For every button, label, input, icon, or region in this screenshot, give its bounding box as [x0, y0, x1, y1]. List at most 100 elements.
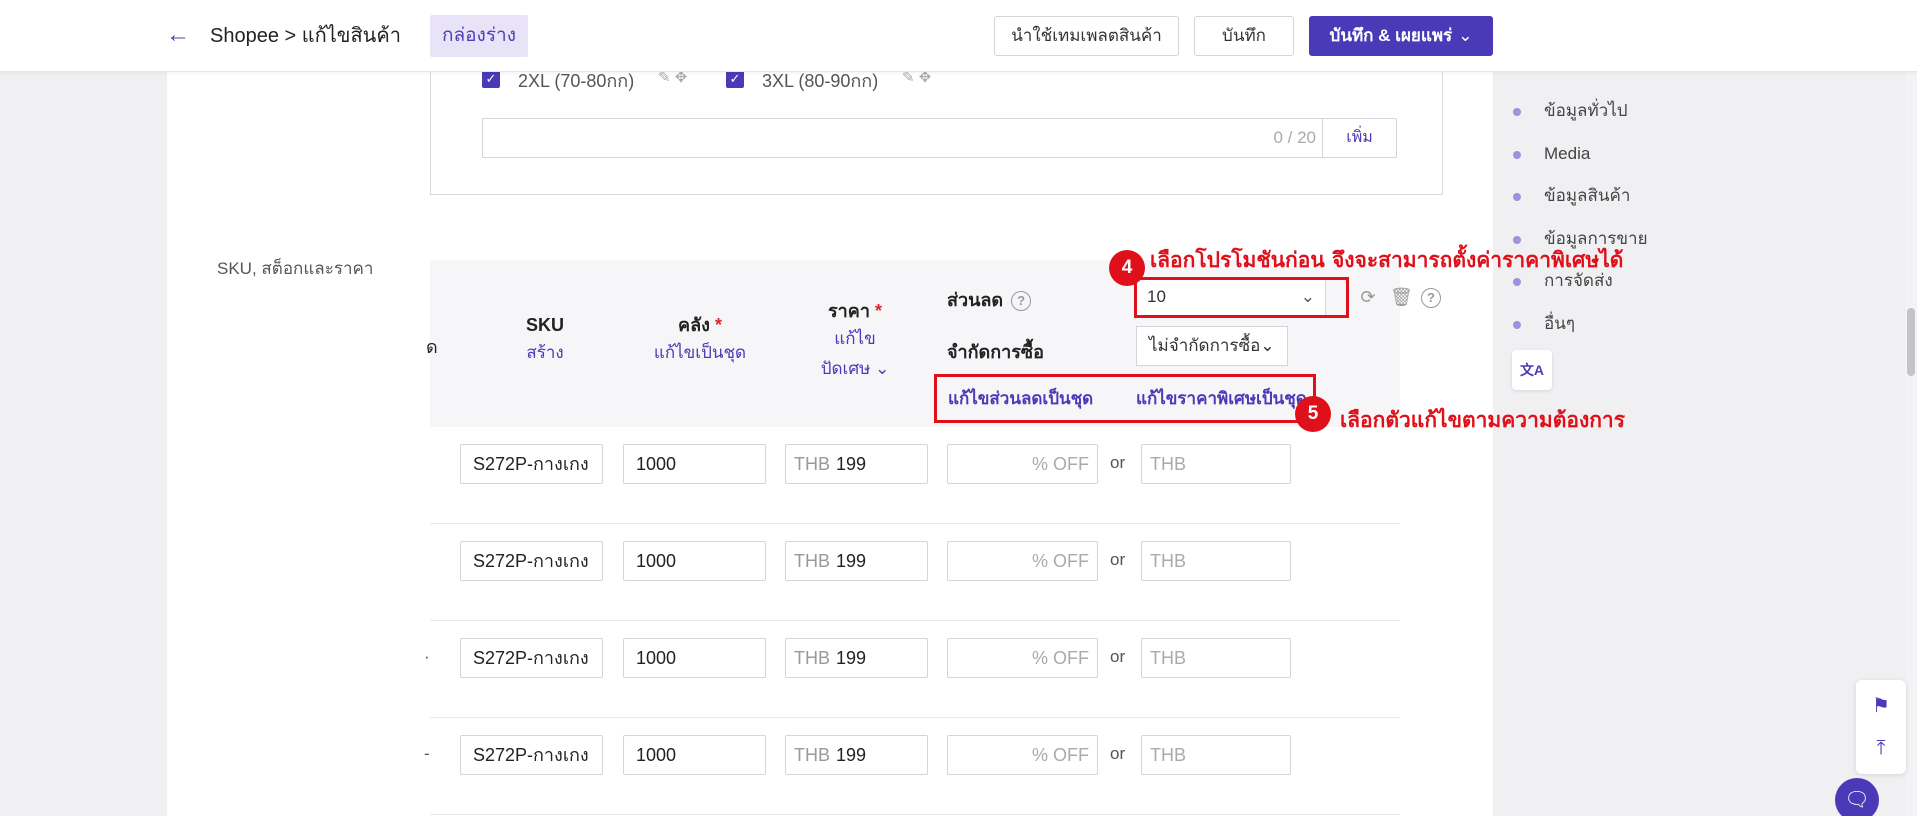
special-price-input[interactable]: THB	[1141, 541, 1291, 581]
price-input[interactable]: THB 199	[785, 541, 928, 581]
refresh-icon[interactable]: ⟳	[1357, 286, 1379, 308]
special-price-input[interactable]: THB	[1141, 444, 1291, 484]
breadcrumb: Shopee > แก้ไขสินค้า	[210, 25, 401, 47]
purchase-limit-select[interactable]: ไม่จำกัดการซื้อ⌄	[1136, 326, 1288, 366]
nav-label: อื่นๆ	[1544, 313, 1575, 333]
rounding-label: ปัดเศษ	[820, 359, 871, 378]
nav-dot	[1513, 193, 1521, 201]
stock-column-title: คลัง *	[625, 312, 775, 338]
discount-label: ส่วนลด?	[947, 285, 1032, 314]
stock-bulk-edit-link[interactable]: แก้ไขเป็นชุด	[625, 338, 775, 368]
nav-item-media[interactable]: Media	[1508, 143, 1708, 186]
nav-item-shipping[interactable]: การจัดส่ง	[1508, 270, 1708, 313]
currency-prefix: THB	[794, 648, 830, 668]
sku-input[interactable]: S272P-กางเกง	[460, 444, 603, 484]
char-counter: 0 / 20	[1273, 128, 1316, 147]
annotation-number-4: 4	[1109, 250, 1145, 286]
special-price-input[interactable]: THB	[1141, 638, 1291, 678]
chevron-down-icon: ⌄	[1260, 336, 1275, 355]
nav-label: Media	[1544, 143, 1591, 163]
price-value: 199	[836, 648, 867, 668]
row-edge-text: -	[424, 744, 430, 763]
trash-icon[interactable]: 🗑	[1390, 286, 1413, 308]
discount-percent-input[interactable]: % OFF	[947, 541, 1098, 581]
nav-item-others[interactable]: อื่นๆ	[1508, 313, 1708, 356]
discount-percent-input[interactable]: % OFF	[947, 444, 1098, 484]
chat-icon[interactable]: 🗨	[1835, 778, 1879, 816]
back-arrow-icon[interactable]: ←	[166, 22, 192, 48]
nav-dot	[1513, 150, 1521, 159]
new-option-input[interactable]: 0 / 20 เพิ่ม	[482, 118, 1397, 158]
save-publish-button[interactable]: บันทึก & เผยแพร่ ⌄	[1309, 16, 1493, 56]
back-to-top-icon[interactable]: ⤒	[1856, 730, 1906, 766]
price-input[interactable]: THB 199	[785, 638, 928, 678]
nav-label: ข้อมูลทั่วไป	[1544, 101, 1628, 120]
stock-input[interactable]: 1000	[623, 541, 766, 581]
annotation-box-4	[1134, 277, 1349, 318]
currency-prefix: THB	[794, 551, 830, 571]
price-column-title: ราคา *	[790, 298, 920, 324]
checkbox-checked-icon[interactable]: ✓	[482, 70, 500, 88]
sku-input[interactable]: S272P-กางเกง	[460, 638, 603, 678]
discount-percent-input[interactable]: % OFF	[947, 735, 1098, 775]
price-rounding-dropdown[interactable]: ปัดเศษ ⌄	[790, 354, 920, 384]
help-icon[interactable]: ?	[1420, 286, 1442, 309]
stock-input[interactable]: 1000	[623, 735, 766, 775]
price-title-text: ราคา	[828, 301, 870, 321]
stock-title-text: คลัง	[678, 315, 710, 335]
nav-dot	[1513, 108, 1521, 116]
or-text: or	[1110, 744, 1126, 763]
required-mark: *	[714, 315, 722, 335]
annotation-box-5	[934, 374, 1316, 423]
table-row: - S272P-กางเกง 1000 THB 199 % OFF or THB	[424, 718, 1400, 815]
price-value: 199	[836, 454, 867, 474]
sku-column-title: SKU	[525, 315, 564, 335]
nav-label: ข้อมูลสินค้า	[1544, 186, 1631, 205]
draft-badge: กล่องร่าง	[430, 15, 528, 57]
section-nav: ข้อมูลทั่วไป Media ข้อมูลสินค้า ข้อมูลกา…	[1508, 100, 1708, 355]
table-row: S272P-กางเกง 1000 THB 199 % OFF or THB	[430, 524, 1400, 621]
save-button[interactable]: บันทึก	[1194, 16, 1294, 56]
top-header: ← Shopee > แก้ไขสินค้า กล่องร่าง นำใช้เท…	[0, 0, 1917, 72]
help-icon[interactable]: ?	[1011, 291, 1032, 312]
apply-template-button[interactable]: นำใช้เทมเพลตสินค้า	[994, 16, 1179, 56]
price-edit-link[interactable]: แก้ไข	[790, 324, 920, 354]
add-option-button[interactable]: เพิ่ม	[1322, 119, 1396, 157]
nav-item-product-info[interactable]: ข้อมูลสินค้า	[1508, 185, 1708, 228]
price-input[interactable]: THB 199	[785, 735, 928, 775]
translate-icon[interactable]: 文A	[1512, 350, 1552, 390]
nav-label: การจัดส่ง	[1544, 271, 1613, 290]
currency-prefix: THB	[794, 745, 830, 765]
table-row: · S272P-กางเกง 1000 THB 199 % OFF or THB	[424, 621, 1400, 718]
discount-label-text: ส่วนลด	[947, 290, 1004, 310]
nav-item-sales-info[interactable]: ข้อมูลการขาย	[1508, 228, 1708, 271]
row-edge-text: ·	[424, 647, 430, 666]
checkbox-checked-icon[interactable]: ✓	[726, 70, 744, 88]
scrollbar-thumb[interactable]	[1907, 308, 1915, 376]
flag-icon[interactable]: ⚑	[1856, 688, 1906, 724]
page-scrollbar[interactable]	[1905, 72, 1917, 816]
stock-input[interactable]: 1000	[623, 638, 766, 678]
discount-percent-input[interactable]: % OFF	[947, 638, 1098, 678]
sku-input[interactable]: S272P-กางเกง	[460, 541, 603, 581]
chevron-down-icon: ⌄	[875, 359, 890, 378]
price-value: 199	[836, 745, 867, 765]
required-mark: *	[874, 301, 882, 321]
nav-dot	[1513, 235, 1521, 244]
stock-input[interactable]: 1000	[623, 444, 766, 484]
currency-prefix: THB	[794, 454, 830, 474]
price-column-header: ราคา * แก้ไข ปัดเศษ ⌄	[790, 298, 920, 384]
sku-input[interactable]: S272P-กางเกง	[460, 735, 603, 775]
special-price-input[interactable]: THB	[1141, 735, 1291, 775]
sku-create-link[interactable]: สร้าง	[470, 338, 620, 368]
nav-item-general[interactable]: ข้อมูลทั่วไป	[1508, 100, 1708, 143]
or-text: or	[1110, 453, 1126, 472]
save-publish-label: บันทึก & เผยแพร่	[1329, 26, 1453, 45]
cut-column-header: ด	[426, 337, 438, 357]
or-text: or	[1110, 647, 1126, 666]
nav-dot	[1513, 320, 1521, 329]
sku-section-label: SKU, สต็อกและราคา	[217, 259, 374, 278]
purchase-limit-value: ไม่จำกัดการซื้อ	[1149, 336, 1261, 355]
price-input[interactable]: THB 199	[785, 444, 928, 484]
or-text: or	[1110, 550, 1126, 569]
